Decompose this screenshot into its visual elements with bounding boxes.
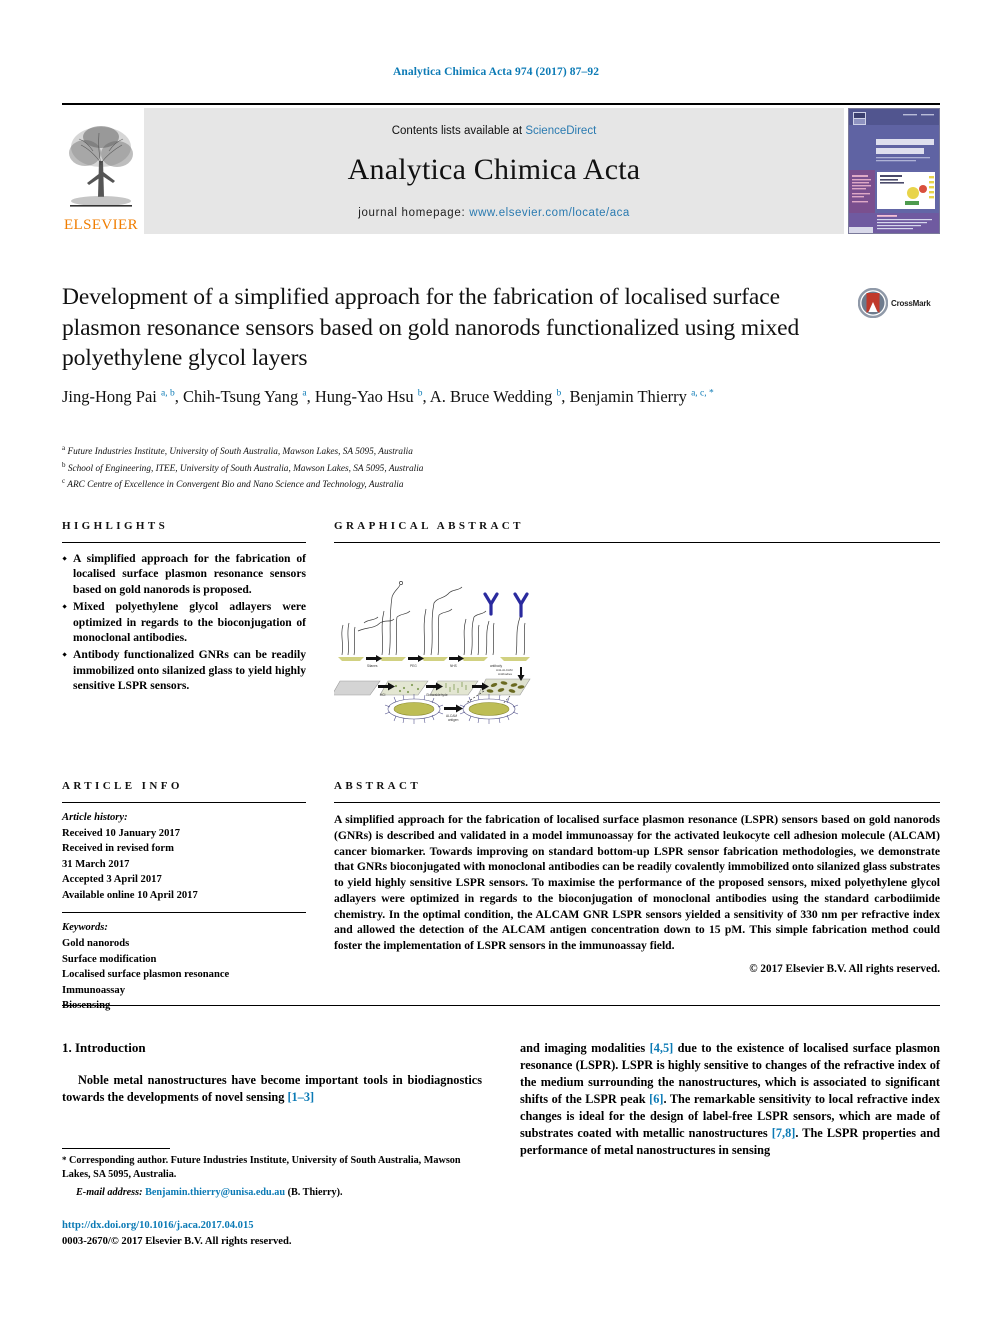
substrate-layer — [460, 657, 488, 661]
contents-prefix: Contents lists available at — [391, 125, 526, 137]
history-item: Received 10 January 2017 — [62, 827, 180, 839]
journal-cover-thumbnail — [848, 108, 940, 234]
graphical-abstract-column: GRAPHICAL ABSTRACT Silanes PEG NHS antib… — [331, 520, 940, 727]
step-label: Anti-ALCAM Antibodies — [496, 668, 513, 676]
history-item: Accepted 3 April 2017 — [62, 874, 162, 886]
journal-homepage-line: journal homepage: www.elsevier.com/locat… — [358, 207, 630, 219]
highlights-list: A simplified approach for the fabricatio… — [62, 543, 306, 694]
svg-text:NHS: NHS — [450, 664, 457, 668]
affiliation-item: a Future Industries Institute, Universit… — [62, 443, 882, 460]
keyword-item: Surface modification — [62, 953, 157, 965]
affiliation-marker: c — [62, 477, 66, 485]
affiliation-marker: b — [62, 460, 66, 469]
list-item: Antibody functionalized GNRs can be read… — [62, 647, 306, 693]
article-history-label: Article history: — [62, 812, 128, 823]
journal-band: Contents lists available at ScienceDirec… — [144, 108, 844, 234]
issn-copyright-line: 0003-2670/© 2017 Elsevier B.V. All right… — [62, 1235, 292, 1247]
history-item: Available online 10 April 2017 — [62, 889, 198, 901]
doi-link[interactable]: http://dx.doi.org/10.1016/j.aca.2017.04.… — [62, 1218, 502, 1234]
svg-text:HCl: HCl — [380, 693, 386, 697]
nanorod-detail — [459, 694, 519, 724]
substrate-layer — [500, 657, 530, 661]
crossmark-icon — [858, 288, 888, 318]
crossmark-badge[interactable]: CrossMark — [858, 286, 940, 320]
keyword-item: Localised surface plasmon resonance — [62, 969, 230, 981]
substrate-layer — [378, 657, 406, 661]
nanorod-detail — [384, 694, 444, 724]
sciencedirect-link[interactable]: ScienceDirect — [525, 125, 596, 137]
graphical-abstract-divider — [334, 542, 940, 543]
highlights-heading: HIGHLIGHTS — [62, 520, 169, 532]
abstract-text: A simplified approach for the fabricatio… — [334, 813, 940, 953]
substrate-layer — [338, 657, 364, 661]
section-heading-introduction: 1. Introduction — [62, 1040, 146, 1055]
article-history-block: Article history: Received 10 January 201… — [62, 803, 306, 903]
title-block: Development of a simplified approach for… — [62, 282, 852, 374]
footnote-divider — [62, 1148, 170, 1149]
svg-text:Silanes: Silanes — [367, 664, 378, 668]
affiliation-text: School of Engineering, ITEE, University … — [67, 463, 424, 474]
history-item: 31 March 2017 — [62, 858, 130, 870]
list-item: Mixed polyethylene glycol adlayers were … — [62, 599, 306, 645]
author-list: Jing-Hong Pai a, b, Chih-Tsung Yang a, H… — [62, 385, 882, 409]
paragraph: Noble metal nanostructures have become i… — [62, 1073, 482, 1104]
footer-block: http://dx.doi.org/10.1016/j.aca.2017.04.… — [62, 1218, 502, 1250]
paragraph: and imaging modalities [4,5] due to the … — [520, 1041, 941, 1157]
journal-masthead: ELSEVIER Contents lists available at Sci… — [62, 103, 940, 235]
journal-title: Analytica Chimica Acta — [347, 153, 641, 186]
homepage-url-link[interactable]: www.elsevier.com/locate/aca — [469, 207, 630, 219]
page-title: Development of a simplified approach for… — [62, 284, 800, 372]
affiliation-item: b School of Engineering, ITEE, Universit… — [62, 460, 882, 477]
affiliation-item: c ARC Centre of Excellence in Convergent… — [62, 476, 882, 493]
article-info-column: ARTICLE INFO Article history: Received 1… — [62, 780, 306, 1014]
list-item: A simplified approach for the fabricatio… — [62, 551, 306, 597]
elsevier-logo: ELSEVIER — [62, 108, 140, 235]
email-link[interactable]: Benjamin.thierry@unisa.edu.au — [145, 1187, 285, 1198]
elsevier-tree-icon — [69, 126, 133, 207]
abstract-column: ABSTRACT A simplified approach for the f… — [334, 780, 940, 975]
journal-cover-art — [849, 109, 939, 233]
process-arrow — [444, 704, 463, 713]
antibody-icon — [513, 592, 529, 618]
highlights-column: HIGHLIGHTS A simplified approach for the… — [62, 520, 306, 696]
contents-available-line: Contents lists available at ScienceDirec… — [392, 125, 597, 137]
substrate-layer — [420, 657, 448, 661]
crossmark-label: CrossMark — [891, 298, 931, 308]
svg-text:Glutaraldehyde: Glutaraldehyde — [426, 693, 448, 697]
svg-text:antigen: antigen — [448, 718, 459, 722]
running-head: Analytica Chimica Acta 974 (2017) 87–92 — [392, 66, 600, 78]
step-label: Silanes PEG NHS antibody — [367, 664, 502, 668]
email-label: E-mail address: — [76, 1186, 143, 1198]
body-column-left: 1. Introduction Noble metal nanostructur… — [62, 1040, 482, 1106]
keywords-label: Keywords: — [62, 922, 108, 934]
step-label: ALCAM antigen — [446, 714, 459, 722]
graphical-abstract-illustration: Silanes PEG NHS antibody HCl Glutaraldeh… — [331, 581, 531, 724]
keyword-item: Immunoassay — [62, 984, 125, 996]
keyword-item: Gold nanorods — [62, 937, 130, 949]
journal-article-page: Analytica Chimica Acta 974 (2017) 87–92 — [0, 0, 992, 1323]
elsevier-wordmark: ELSEVIER — [63, 218, 139, 233]
affiliation-marker: a — [62, 444, 66, 452]
abstract-heading: ABSTRACT — [334, 780, 422, 792]
affiliation-text: Future Industries Institute, University … — [67, 447, 413, 458]
affiliation-text: ARC Centre of Excellence in Convergent B… — [67, 480, 404, 491]
graphical-abstract-heading: GRAPHICAL ABSTRACT — [334, 520, 524, 532]
affiliation-list: a Future Industries Institute, Universit… — [62, 443, 882, 493]
svg-text:PEG: PEG — [410, 664, 417, 668]
svg-text:Antibodies: Antibodies — [498, 672, 513, 676]
authors-text: Jing-Hong Pai a, b, Chih-Tsung Yang a, H… — [62, 387, 714, 406]
homepage-label: journal homepage: — [358, 207, 470, 219]
graphical-abstract-figure: Silanes PEG NHS antibody HCl Glutaraldeh… — [331, 557, 544, 727]
keywords-block: Keywords: Gold nanorods Surface modifica… — [62, 913, 306, 1013]
corresponding-author-note: * Corresponding author. Future Industrie… — [62, 1155, 461, 1181]
footnote-block: * Corresponding author. Future Industrie… — [62, 1148, 482, 1200]
email-owner: (B. Thierry). — [287, 1186, 343, 1198]
abstract-copyright: © 2017 Elsevier B.V. All rights reserved… — [749, 962, 940, 975]
article-info-heading: ARTICLE INFO — [62, 780, 183, 792]
body-column-right: and imaging modalities [4,5] due to the … — [520, 1040, 940, 1159]
body-divider — [62, 1005, 940, 1006]
history-item: Received in revised form — [62, 843, 174, 855]
email-line: E-mail address: Benjamin.thierry@unisa.e… — [62, 1186, 482, 1200]
antibody-icon — [483, 592, 499, 616]
